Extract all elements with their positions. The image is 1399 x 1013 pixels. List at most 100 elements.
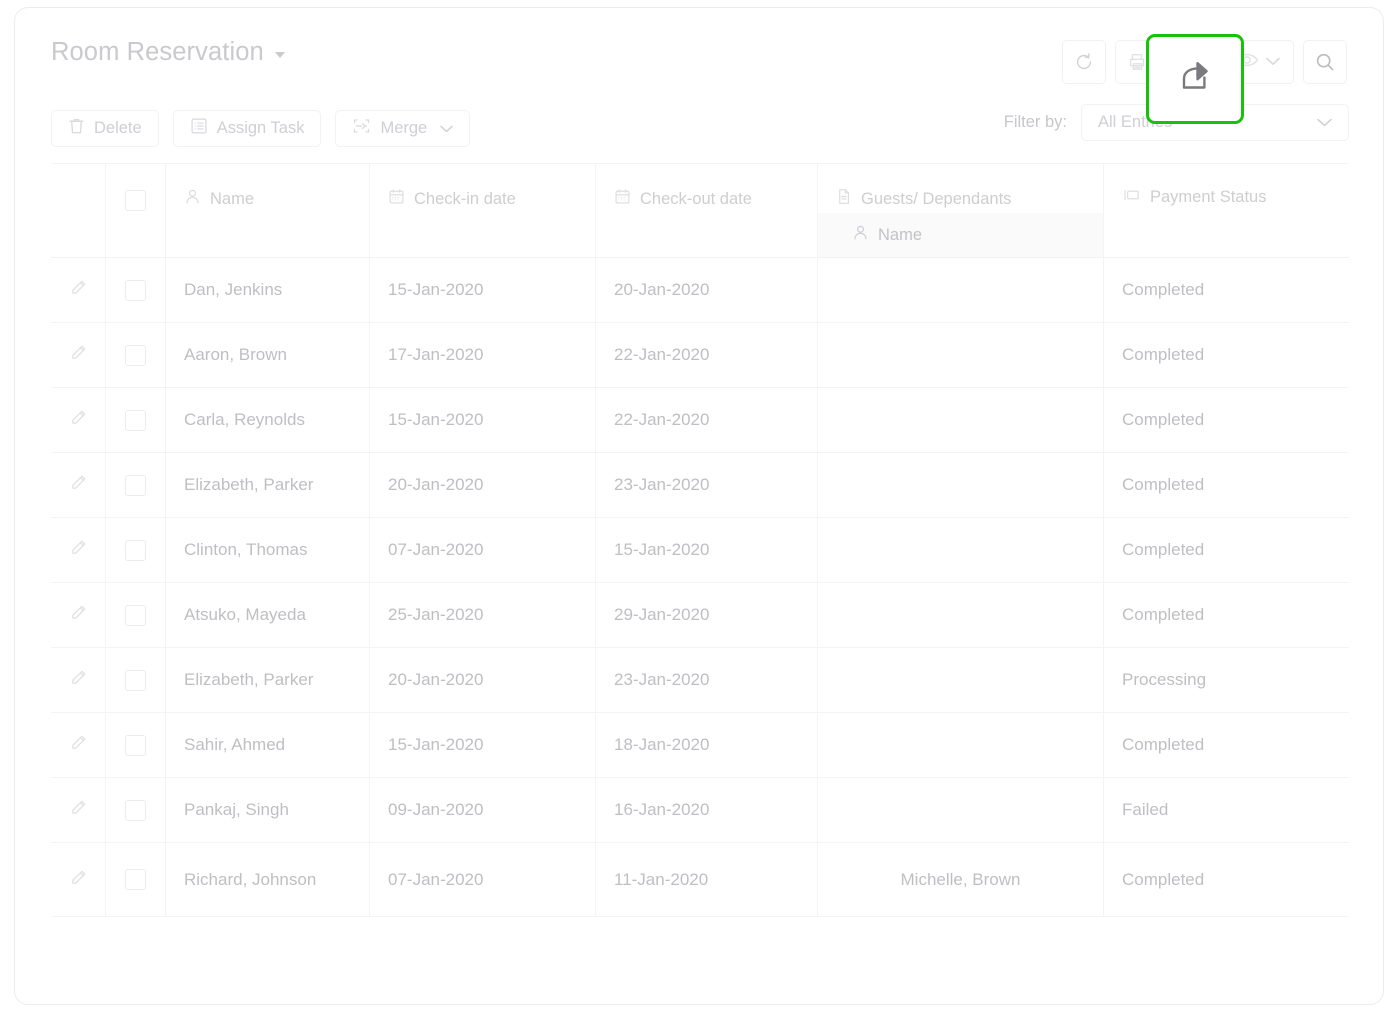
share-button-highlight[interactable] — [1146, 34, 1244, 124]
table-header-guests[interactable]: Guests/ Dependants Name — [818, 164, 1104, 257]
table-row[interactable]: Dan, Jenkins 15-Jan-2020 20-Jan-2020 Comple… — [51, 258, 1349, 323]
row-edit-button[interactable] — [51, 258, 106, 322]
cell-name: Elizabeth, Parker — [166, 453, 370, 517]
row-checkbox[interactable] — [125, 474, 146, 496]
cell-checkout: 23-Jan-2020 — [596, 648, 818, 712]
pencil-icon — [70, 604, 87, 626]
cell-name: Sahir, Ahmed — [166, 713, 370, 777]
user-icon — [852, 224, 869, 246]
row-checkbox[interactable] — [125, 409, 146, 431]
table-row[interactable]: Carla, Reynolds 15-Jan-2020 22-Jan-2020 Com… — [51, 388, 1349, 453]
cell-checkin: 17-Jan-2020 — [370, 323, 596, 387]
cell-payment-status: Processing — [1122, 670, 1207, 689]
table-header-checkin[interactable]: Check-in date — [370, 164, 596, 257]
row-select-cell[interactable] — [106, 713, 166, 777]
row-select-cell[interactable] — [106, 323, 166, 387]
table-row[interactable]: Pankaj, Singh 09-Jan-2020 16-Jan-2020 Faile… — [51, 778, 1349, 843]
table-row[interactable]: Atsuko, Mayeda 25-Jan-2020 29-Jan-2020 Comp… — [51, 583, 1349, 648]
row-checkbox[interactable] — [125, 799, 146, 821]
row-select-cell[interactable] — [106, 388, 166, 452]
row-checkbox[interactable] — [125, 869, 146, 890]
row-checkbox[interactable] — [125, 669, 146, 691]
row-select-cell[interactable] — [106, 778, 166, 842]
share-icon[interactable] — [1173, 55, 1217, 104]
refresh-button[interactable] — [1062, 40, 1106, 84]
row-edit-button[interactable] — [51, 713, 106, 777]
row-edit-button[interactable] — [51, 453, 106, 517]
row-select-cell[interactable] — [106, 453, 166, 517]
pencil-icon — [70, 539, 87, 561]
pencil-icon — [70, 869, 87, 891]
table-row[interactable]: Aaron, Brown 17-Jan-2020 22-Jan-2020 Comple… — [51, 323, 1349, 388]
page-title-group[interactable]: Room Reservation — [51, 38, 285, 67]
cell-name: Pankaj, Singh — [166, 778, 370, 842]
merge-button[interactable]: Merge — [335, 110, 471, 147]
table-header-name-label: Name — [210, 189, 255, 208]
row-select-cell[interactable] — [106, 518, 166, 582]
table-header-payment-label: Payment Status — [1150, 188, 1267, 206]
delete-button-label: Delete — [94, 119, 142, 137]
cell-payment-status: Failed — [1122, 800, 1169, 819]
cell-name: Elizabeth, Parker — [166, 648, 370, 712]
row-select-cell[interactable] — [106, 258, 166, 322]
table-header-select-all[interactable] — [106, 164, 166, 257]
table-subheader-guest-name[interactable]: Name — [818, 213, 1103, 257]
table-header-payment[interactable]: Payment Status — [1104, 164, 1349, 257]
cell-guest — [818, 648, 1104, 712]
cell-payment-status: Completed — [1122, 605, 1205, 624]
row-checkbox[interactable] — [125, 279, 146, 301]
search-icon — [1314, 51, 1336, 73]
row-select-cell[interactable] — [106, 583, 166, 647]
cell-checkin: 20-Jan-2020 — [370, 648, 596, 712]
cell-guest — [818, 713, 1104, 777]
cell-payment-status: Completed — [1122, 345, 1205, 364]
cell-checkin: 07-Jan-2020 — [370, 843, 596, 916]
cell-checkout: 15-Jan-2020 — [596, 518, 818, 582]
pencil-icon — [70, 474, 87, 496]
cell-payment-status: Completed — [1122, 280, 1205, 299]
row-edit-button[interactable] — [51, 388, 106, 452]
row-edit-button[interactable] — [51, 648, 106, 712]
cell-checkout: 20-Jan-2020 — [596, 258, 818, 322]
row-select-cell[interactable] — [106, 648, 166, 712]
cell-checkout: 22-Jan-2020 — [596, 323, 818, 387]
select-all-checkbox[interactable] — [125, 190, 146, 211]
table-header-name[interactable]: Name — [166, 164, 370, 257]
cell-payment-status: Completed — [1122, 735, 1205, 754]
table-row[interactable]: Elizabeth, Parker 20-Jan-2020 23-Jan-2020 C… — [51, 453, 1349, 518]
row-edit-button[interactable] — [51, 583, 106, 647]
row-checkbox[interactable] — [125, 604, 146, 626]
caret-down-icon[interactable] — [274, 52, 285, 58]
cell-checkin: 20-Jan-2020 — [370, 453, 596, 517]
search-button[interactable] — [1303, 40, 1347, 84]
cell-payment-status: Completed — [1122, 540, 1205, 559]
delete-button[interactable]: Delete — [51, 110, 159, 147]
cell-payment-status: Completed — [1122, 475, 1205, 494]
assign-task-button[interactable]: Assign Task — [172, 110, 322, 147]
page-header: Room Reservation — [15, 8, 1383, 124]
cell-payment-status: Completed — [1122, 410, 1205, 429]
table-row[interactable]: Richard, Johnson 07-Jan-2020 11-Jan-2020 Mi… — [51, 843, 1349, 917]
row-edit-button[interactable] — [51, 843, 106, 916]
cell-name: Carla, Reynolds — [166, 388, 370, 452]
row-checkbox[interactable] — [125, 344, 146, 366]
row-checkbox[interactable] — [125, 539, 146, 561]
chevron-down-icon — [1266, 53, 1280, 71]
table-row[interactable]: Clinton, Thomas 07-Jan-2020 15-Jan-2020 Com… — [51, 518, 1349, 583]
cell-checkout: 16-Jan-2020 — [596, 778, 818, 842]
row-edit-button[interactable] — [51, 778, 106, 842]
cell-guest: Michelle, Brown — [818, 843, 1104, 916]
cell-guest — [818, 323, 1104, 387]
list-icon — [190, 117, 208, 140]
table-row[interactable]: Elizabeth, Parker 20-Jan-2020 23-Jan-2020 P… — [51, 648, 1349, 713]
table-header-row: Name Check-in date Check-out date Guests… — [51, 164, 1349, 258]
calendar-icon — [614, 188, 631, 210]
table-header-checkout[interactable]: Check-out date — [596, 164, 818, 257]
row-checkbox[interactable] — [125, 734, 146, 756]
cell-name: Aaron, Brown — [166, 323, 370, 387]
cell-payment-status: Completed — [1122, 869, 1205, 889]
row-edit-button[interactable] — [51, 323, 106, 387]
row-edit-button[interactable] — [51, 518, 106, 582]
table-row[interactable]: Sahir, Ahmed 15-Jan-2020 18-Jan-2020 Comple… — [51, 713, 1349, 778]
row-select-cell[interactable] — [106, 843, 166, 916]
